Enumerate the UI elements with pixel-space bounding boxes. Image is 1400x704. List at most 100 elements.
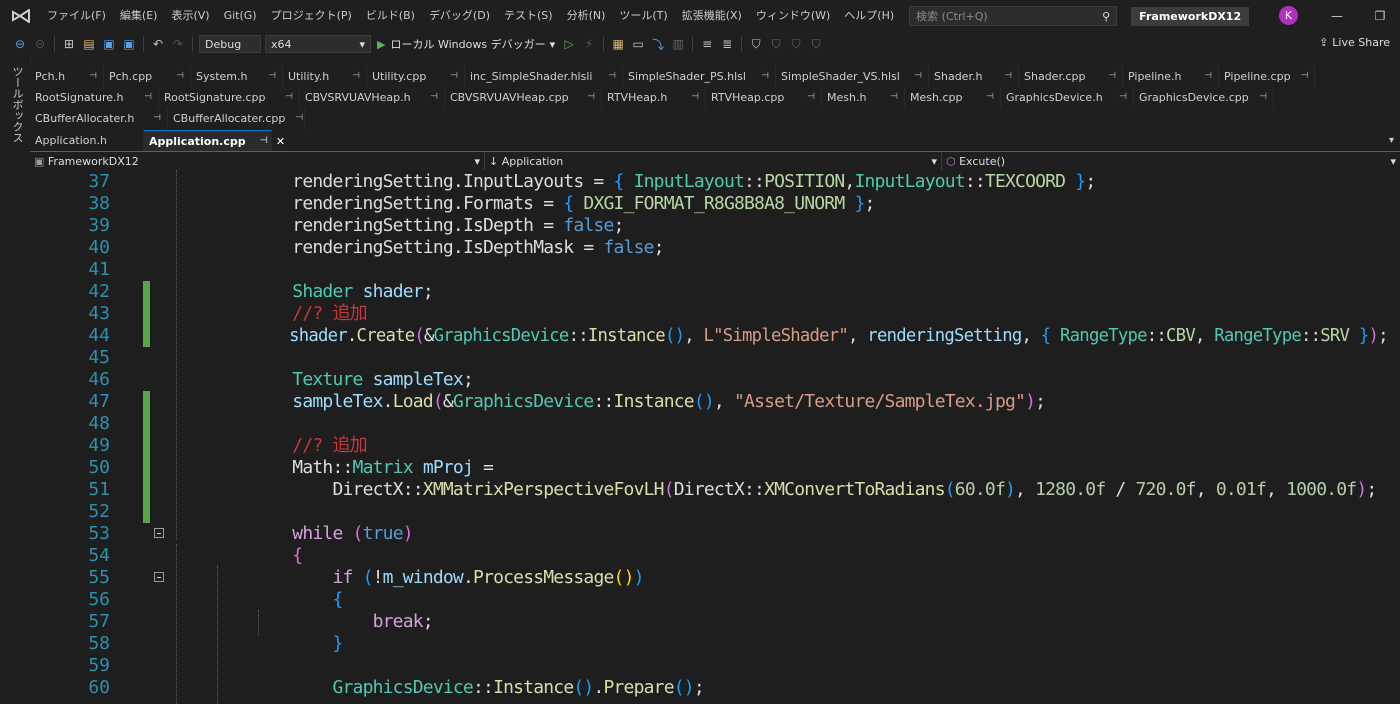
pin-icon[interactable]: ⊣ xyxy=(1301,66,1309,87)
menu-item[interactable]: ファイル(F) xyxy=(40,0,113,32)
tab-overflow-icon[interactable]: ▾ xyxy=(1389,135,1394,146)
menu-item[interactable]: ビルド(B) xyxy=(359,0,422,32)
pin-icon[interactable]: ⊣ xyxy=(352,66,360,87)
document-tab[interactable]: SimpleShader_PS.hlsl ⊣ xyxy=(623,66,776,87)
toolbox-panel-tab[interactable]: ツールボックス xyxy=(0,56,31,704)
start-without-debugging-icon[interactable]: ▷ xyxy=(560,35,578,53)
pin-icon[interactable]: ⊣ xyxy=(986,87,994,108)
document-tab[interactable]: RootSignature.h ⊣ xyxy=(30,87,159,108)
pin-icon[interactable]: ⊣ xyxy=(89,66,97,87)
collapse-icon[interactable] xyxy=(154,528,164,538)
save-all-icon[interactable]: ▣ xyxy=(120,35,138,53)
start-debugging-button[interactable]: ▶ ローカル Windows デバッガー ▾ xyxy=(377,36,555,52)
document-tab[interactable]: Pipeline.cpp ⊣ xyxy=(1219,66,1315,87)
pin-icon[interactable]: ⊣ xyxy=(144,87,152,108)
menu-item[interactable]: 表示(V) xyxy=(164,0,216,32)
bookmark-icon[interactable]: ⛉ xyxy=(747,35,765,53)
pin-icon[interactable]: ⊣ xyxy=(761,66,769,87)
account-avatar[interactable]: K xyxy=(1279,6,1298,25)
configuration-select[interactable]: Debug xyxy=(199,35,261,53)
pin-icon[interactable]: ⊣ xyxy=(1259,87,1267,108)
step-icon[interactable]: ⤵ xyxy=(649,35,667,53)
document-tab[interactable]: CBVSRVUAVHeap.cpp ⊣ xyxy=(445,87,602,108)
pin-icon[interactable]: ⊣ xyxy=(914,66,922,87)
document-tab[interactable]: Pch.cpp ⊣ xyxy=(104,66,191,87)
uncomment-icon[interactable]: ≣ xyxy=(718,35,736,53)
prev-bookmark-icon[interactable]: ⛉ xyxy=(767,35,785,53)
document-tab[interactable]: GraphicsDevice.h ⊣ xyxy=(1001,87,1134,108)
menu-item[interactable]: 拡張機能(X) xyxy=(675,0,749,32)
open-folder-icon[interactable]: ▤ xyxy=(80,35,98,53)
search-input[interactable]: 検索 (Ctrl+Q) ⚲ xyxy=(909,6,1118,26)
pin-icon[interactable]: ⊣ xyxy=(176,66,184,87)
close-icon[interactable]: ✕ xyxy=(276,131,285,152)
diagnostics-icon[interactable]: ▥ xyxy=(669,35,687,53)
document-tab[interactable]: RTVHeap.cpp ⊣ xyxy=(706,87,822,108)
hot-reload-icon[interactable]: ⚡ xyxy=(580,35,598,53)
save-icon[interactable]: ▣ xyxy=(100,35,118,53)
pin-icon[interactable]: ⊣ xyxy=(587,87,595,108)
document-tab[interactable]: RTVHeap.h ⊣ xyxy=(602,87,706,108)
scope-select[interactable]: ↓ Application ▾ xyxy=(485,152,942,170)
menu-item[interactable]: テスト(S) xyxy=(497,0,560,32)
pin-icon[interactable]: ⊣ xyxy=(807,87,815,108)
forward-icon[interactable]: ⊝ xyxy=(31,35,49,53)
back-icon[interactable]: ⊖ xyxy=(11,35,29,53)
minimize-button[interactable]: — xyxy=(1317,0,1357,32)
pin-icon[interactable]: ⊣ xyxy=(1119,87,1127,108)
code-editor[interactable]: 37 renderingSetting.InputLayouts = { Inp… xyxy=(30,170,1400,704)
pin-icon[interactable]: ⊣ xyxy=(295,108,303,129)
menu-item[interactable]: ウィンドウ(W) xyxy=(749,0,837,32)
visual-studio-logo-icon[interactable] xyxy=(10,7,32,25)
redo-icon[interactable]: ↷ xyxy=(169,35,187,53)
menu-item[interactable]: ヘルプ(H) xyxy=(837,0,901,32)
project-select[interactable]: ▣ FrameworkDX12 ▾ xyxy=(30,152,485,170)
document-tab[interactable]: Utility.cpp ⊣ xyxy=(367,66,465,87)
document-tab[interactable]: CBufferAllocater.cpp ⊣ xyxy=(168,108,305,129)
document-tab[interactable]: System.h ⊣ xyxy=(191,66,283,87)
undo-icon[interactable]: ↶ xyxy=(149,35,167,53)
menu-item[interactable]: 分析(N) xyxy=(560,0,613,32)
document-tab[interactable]: inc_SimpleShader.hlsli ⊣ xyxy=(465,66,623,87)
menu-item[interactable]: 編集(E) xyxy=(113,0,165,32)
pin-icon[interactable]: ⊣ xyxy=(1108,66,1116,87)
menu-item[interactable]: デバッグ(D) xyxy=(422,0,497,32)
document-tab[interactable]: Pch.h ⊣ xyxy=(30,66,104,87)
collapse-icon[interactable] xyxy=(154,572,164,582)
pin-icon[interactable]: ⊣ xyxy=(1204,66,1212,87)
clear-bookmarks-icon[interactable]: ⛉ xyxy=(807,35,825,53)
pin-icon[interactable]: ⊣ xyxy=(285,87,293,108)
document-tab[interactable]: Shader.h ⊣ xyxy=(929,66,1019,87)
tab-application-cpp[interactable]: Application.cpp ⊣ ✕ xyxy=(144,130,285,152)
document-tab[interactable]: GraphicsDevice.cpp ⊣ xyxy=(1134,87,1274,108)
pin-icon[interactable]: ⊣ xyxy=(260,131,268,152)
next-bookmark-icon[interactable]: ⛉ xyxy=(787,35,805,53)
comment-icon[interactable]: ≡ xyxy=(698,35,716,53)
pin-icon[interactable]: ⊣ xyxy=(691,87,699,108)
pin-icon[interactable]: ⊣ xyxy=(153,108,161,129)
tab-application-h[interactable]: Application.h xyxy=(30,130,144,151)
menu-item[interactable]: プロジェクト(P) xyxy=(264,0,359,32)
layout-icon[interactable]: ▭ xyxy=(629,35,647,53)
document-tab[interactable]: Mesh.h ⊣ xyxy=(822,87,905,108)
platform-select[interactable]: x64 ▾ xyxy=(265,35,371,53)
pin-icon[interactable]: ⊣ xyxy=(268,66,276,87)
pin-icon[interactable]: ⊣ xyxy=(430,87,438,108)
new-project-icon[interactable]: ⊞ xyxy=(60,35,78,53)
document-tab[interactable]: SimpleShader_VS.hlsl ⊣ xyxy=(776,66,929,87)
document-tab[interactable]: CBVSRVUAVHeap.h ⊣ xyxy=(300,87,445,108)
pin-icon[interactable]: ⊣ xyxy=(608,66,616,87)
menu-item[interactable]: ツール(T) xyxy=(612,0,674,32)
member-select[interactable]: ⬡ Excute() ▾ xyxy=(942,152,1400,170)
live-share-button[interactable]: ⇪ Live Share xyxy=(1319,36,1390,49)
document-tab[interactable]: Pipeline.h ⊣ xyxy=(1123,66,1219,87)
pin-icon[interactable]: ⊣ xyxy=(450,66,458,87)
restore-button[interactable]: ❐ xyxy=(1360,0,1400,32)
document-tab[interactable]: Mesh.cpp ⊣ xyxy=(905,87,1001,108)
document-tab[interactable]: Utility.h ⊣ xyxy=(283,66,367,87)
document-tab[interactable]: CBufferAllocater.h ⊣ xyxy=(30,108,168,129)
pin-icon[interactable]: ⊣ xyxy=(1004,66,1012,87)
document-tab[interactable]: RootSignature.cpp ⊣ xyxy=(159,87,300,108)
document-tab[interactable]: Shader.cpp ⊣ xyxy=(1019,66,1123,87)
pin-icon[interactable]: ⊣ xyxy=(890,87,898,108)
